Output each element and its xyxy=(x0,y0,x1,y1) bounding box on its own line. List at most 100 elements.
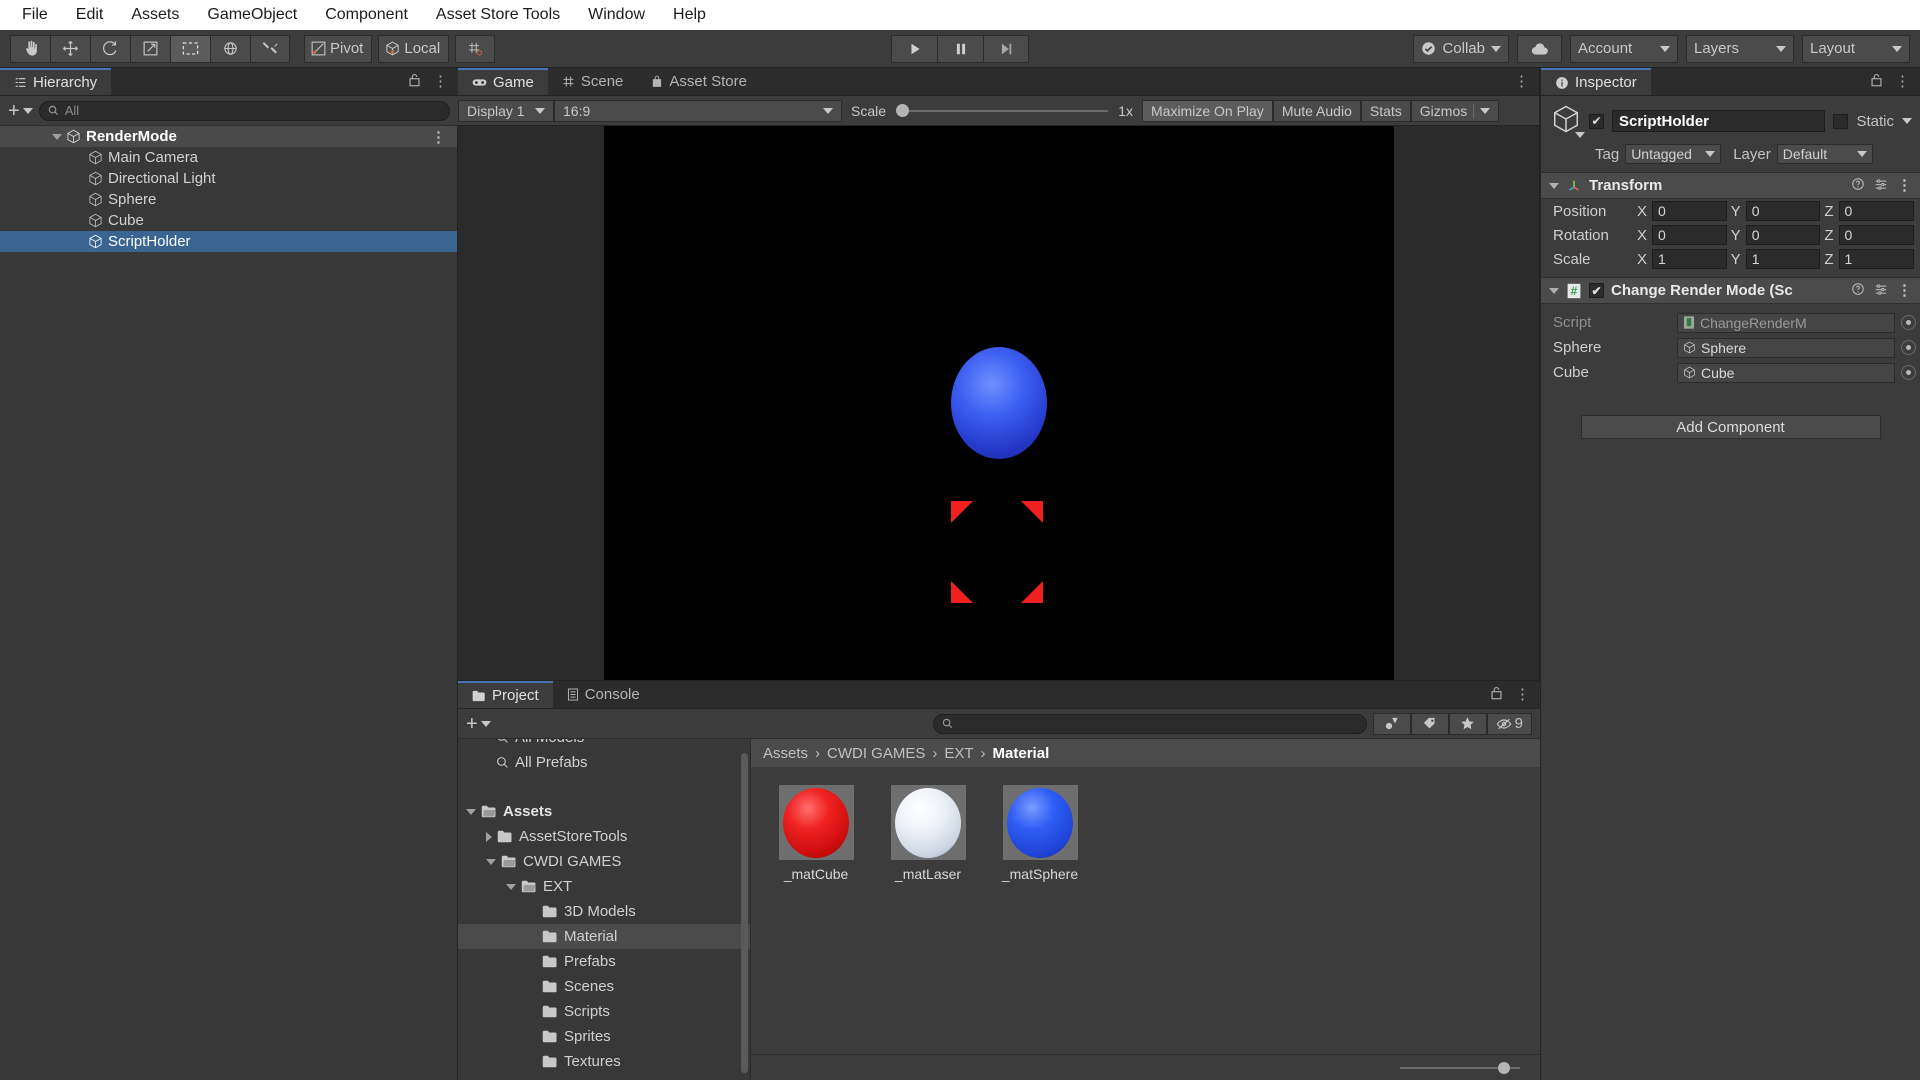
mute-audio-toggle[interactable]: Mute Audio xyxy=(1272,99,1361,122)
chevron-down-icon[interactable] xyxy=(486,858,496,865)
favorites-button[interactable] xyxy=(1448,712,1487,735)
project-tree-item-scenes[interactable]: Scenes xyxy=(458,974,750,999)
breadcrumb-item-material[interactable]: Material xyxy=(993,745,1050,762)
hierarchy-item-directional-light[interactable]: Directional Light xyxy=(0,168,457,189)
menu-item-file[interactable]: File xyxy=(8,2,62,28)
chevron-down-icon[interactable] xyxy=(506,883,516,890)
tab-project[interactable]: Project xyxy=(458,681,553,708)
project-tree-item-cwdi-games[interactable]: CWDI GAMES xyxy=(458,849,750,874)
create-asset-button[interactable]: + xyxy=(466,714,491,734)
project-tree-item-material[interactable]: Material xyxy=(458,924,750,949)
hierarchy-search-input[interactable]: All xyxy=(38,100,450,121)
cloud-services-button[interactable] xyxy=(1517,34,1562,63)
hierarchy-item-sphere[interactable]: Sphere xyxy=(0,189,457,210)
scale-z-field[interactable]: 1 xyxy=(1838,249,1915,269)
component-menu-icon[interactable]: ⋮ xyxy=(1897,283,1912,298)
project-tree-scrollbar[interactable] xyxy=(741,753,748,1073)
script-component-header[interactable]: # ✔ Change Render Mode (Sc ⋮ xyxy=(1541,277,1920,304)
position-z-field[interactable]: 0 xyxy=(1838,201,1915,221)
project-tree-item-assetstoretools[interactable]: AssetStoreTools xyxy=(458,824,750,849)
step-button[interactable] xyxy=(983,34,1029,63)
menu-item-asset-store-tools[interactable]: Asset Store Tools xyxy=(422,2,574,28)
filter-by-type-button[interactable] xyxy=(1372,712,1411,735)
hand-tool-button[interactable] xyxy=(10,34,50,63)
local-toggle-button[interactable]: Local xyxy=(378,34,450,63)
tab-inspector[interactable]: Inspector xyxy=(1541,68,1651,95)
gameobject-name-field[interactable]: ScriptHolder xyxy=(1612,110,1826,132)
asset-item-matsphere[interactable]: _matSphere xyxy=(995,785,1085,882)
chevron-down-icon[interactable] xyxy=(1549,182,1559,189)
rect-tool-button[interactable] xyxy=(170,34,210,63)
hierarchy-scene-row[interactable]: RenderMode ⋮ xyxy=(0,126,457,147)
game-canvas[interactable] xyxy=(458,126,1539,680)
menu-item-edit[interactable]: Edit xyxy=(62,2,118,28)
gameobject-enabled-checkbox[interactable]: ✔ xyxy=(1589,113,1604,129)
custom-tool-button[interactable] xyxy=(250,34,290,63)
lock-icon[interactable] xyxy=(1870,73,1883,91)
chevron-down-icon[interactable] xyxy=(52,133,62,140)
project-tree-item-all-models[interactable]: All Models xyxy=(458,739,750,750)
preset-icon[interactable] xyxy=(1874,282,1888,300)
preset-icon[interactable] xyxy=(1874,177,1888,195)
lock-icon[interactable] xyxy=(1490,686,1503,704)
layers-dropdown[interactable]: Layers xyxy=(1686,34,1794,63)
aspect-dropdown[interactable]: 16:9 xyxy=(554,99,842,122)
static-checkbox[interactable] xyxy=(1833,113,1849,129)
breadcrumb-item-ext[interactable]: EXT xyxy=(944,745,973,762)
hierarchy-item-scriptholder[interactable]: ScriptHolder xyxy=(0,231,457,252)
project-tree-item-packages[interactable]: Packages xyxy=(458,1074,750,1080)
asset-item-matlaser[interactable]: _matLaser xyxy=(883,785,973,882)
project-tree-item-all-prefabs[interactable]: All Prefabs xyxy=(458,750,750,775)
scale-tool-button[interactable] xyxy=(130,34,170,63)
rotate-tool-button[interactable] xyxy=(90,34,130,63)
chevron-down-icon[interactable] xyxy=(466,808,476,815)
display-dropdown[interactable]: Display 1 xyxy=(458,99,554,122)
project-tree-item-sprites[interactable]: Sprites xyxy=(458,1024,750,1049)
game-viewport[interactable] xyxy=(603,126,1394,680)
menu-item-gameobject[interactable]: GameObject xyxy=(193,2,311,28)
project-search-input[interactable] xyxy=(932,713,1367,734)
script-reference-field[interactable]: ChangeRenderM xyxy=(1677,312,1895,333)
help-icon[interactable] xyxy=(1851,282,1865,300)
hierarchy-tree[interactable]: RenderMode ⋮ Main Camera Directional Lig… xyxy=(0,126,458,1080)
grid-snap-button[interactable] xyxy=(455,34,496,63)
object-picker-icon[interactable] xyxy=(1901,365,1916,380)
layout-dropdown[interactable]: Layout xyxy=(1802,34,1910,63)
hierarchy-item-main-camera[interactable]: Main Camera xyxy=(0,147,457,168)
sphere-reference-field[interactable]: Sphere xyxy=(1677,337,1895,358)
pause-button[interactable] xyxy=(937,34,983,63)
move-tool-button[interactable] xyxy=(50,34,90,63)
chevron-down-icon[interactable] xyxy=(1549,287,1559,294)
rotation-x-field[interactable]: 0 xyxy=(1652,225,1727,245)
tag-dropdown[interactable]: Untagged xyxy=(1625,144,1722,164)
breadcrumb-item-cwdi-games[interactable]: CWDI GAMES xyxy=(827,745,925,762)
project-tree-item-3d-models[interactable]: 3D Models xyxy=(458,899,750,924)
help-icon[interactable] xyxy=(1851,177,1865,195)
hidden-packages-button[interactable]: 9 xyxy=(1486,712,1532,735)
rotation-z-field[interactable]: 0 xyxy=(1838,225,1915,245)
position-y-field[interactable]: 0 xyxy=(1745,201,1821,221)
transform-tool-button[interactable] xyxy=(210,34,250,63)
chevron-down-icon[interactable] xyxy=(1575,132,1585,138)
tab-asset-store[interactable]: Asset Store xyxy=(637,68,761,95)
panel-menu-icon[interactable]: ⋮ xyxy=(1514,74,1529,89)
project-tree-item-ext[interactable]: EXT xyxy=(458,874,750,899)
asset-zoom-slider[interactable] xyxy=(1400,1061,1520,1074)
project-tree[interactable]: All Models All Prefabs Assets xyxy=(458,739,750,1080)
panel-menu-icon[interactable]: ⋮ xyxy=(1515,687,1530,702)
chevron-down-icon[interactable] xyxy=(1902,118,1912,124)
scale-x-field[interactable]: 1 xyxy=(1652,249,1727,269)
component-menu-icon[interactable]: ⋮ xyxy=(1897,178,1912,193)
collab-button[interactable]: Collab xyxy=(1413,34,1509,63)
position-x-field[interactable]: 0 xyxy=(1652,201,1727,221)
layer-dropdown[interactable]: Default xyxy=(1776,144,1873,164)
object-picker-icon[interactable] xyxy=(1901,340,1916,355)
cube-reference-field[interactable]: Cube xyxy=(1677,362,1895,383)
hierarchy-item-cube[interactable]: Cube xyxy=(0,210,457,231)
breadcrumb-item-assets[interactable]: Assets xyxy=(763,745,808,762)
chevron-right-icon[interactable] xyxy=(486,831,492,842)
menu-item-component[interactable]: Component xyxy=(311,2,422,28)
tab-scene[interactable]: Scene xyxy=(548,68,638,95)
menu-item-assets[interactable]: Assets xyxy=(117,2,193,28)
lock-icon[interactable] xyxy=(408,73,421,91)
